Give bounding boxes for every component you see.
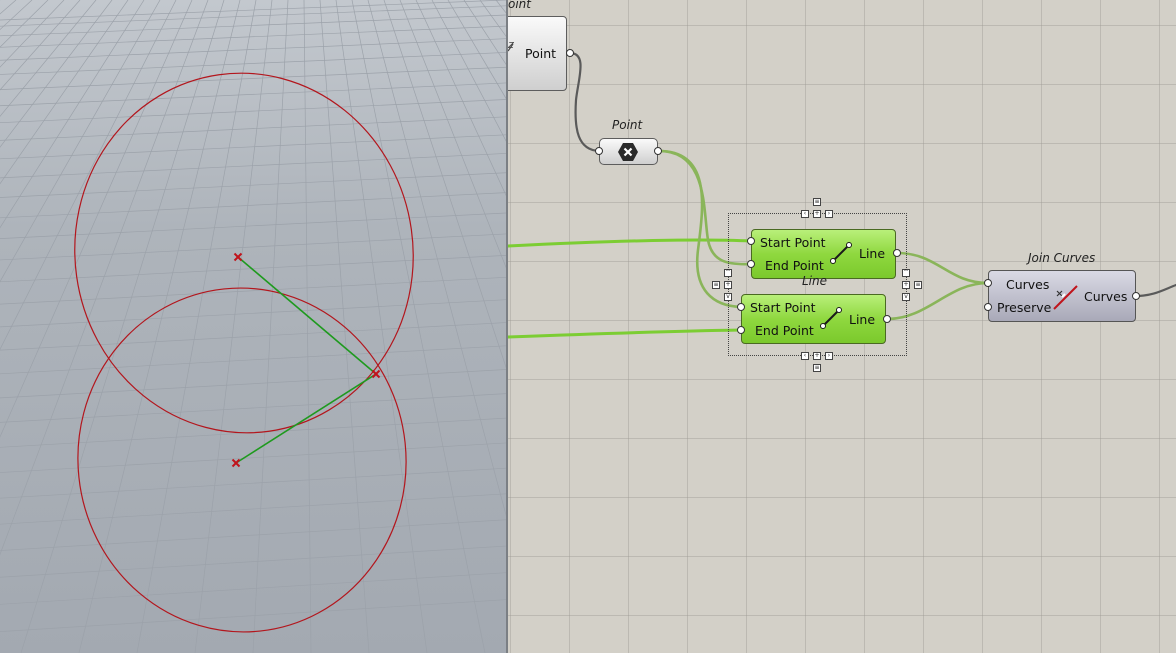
zui-list-left-button[interactable]: ≡ [712, 281, 720, 289]
join-curves-icon [1053, 285, 1078, 310]
line1-end-grip[interactable] [747, 260, 755, 268]
line2-start-grip[interactable] [737, 303, 745, 311]
join-preserve-input-label: Preserve [997, 300, 1052, 315]
zui-arrow-left-button[interactable]: ‹ [801, 210, 809, 218]
point-param-icon: z [508, 38, 514, 52]
zui-up-left-button[interactable]: ^ [724, 269, 732, 277]
line2-start-point-input: Start Point [750, 300, 816, 315]
point-marker-lower [231, 458, 241, 468]
construct-point-output-grip[interactable] [654, 147, 662, 155]
line1-end-point-input: End Point [765, 258, 824, 273]
zui-up-right-button[interactable]: ^ [902, 269, 910, 277]
join-curves-output-label: Curves [1084, 289, 1128, 304]
construct-point-input-grip[interactable] [595, 147, 603, 155]
line1-start-point-input: Start Point [760, 235, 826, 250]
rhino-viewport[interactable] [0, 0, 506, 653]
line1-output-label: Line [859, 246, 886, 261]
line1-start-grip[interactable] [747, 237, 755, 245]
point-param-nickname: oint [508, 0, 531, 11]
zui-arrow-right-bottom-button[interactable]: › [825, 352, 833, 360]
line-icon [830, 242, 852, 264]
line2-output-label: Line [849, 312, 876, 327]
join-curves-input-label: Curves [1006, 277, 1050, 292]
zui-down-left-button[interactable]: v [724, 293, 732, 301]
line2-end-point-input: End Point [755, 323, 814, 338]
construct-point-nickname: Point [612, 118, 643, 132]
line-component-1[interactable]: Start Point End Point Line [751, 229, 896, 279]
zui-add-left-button[interactable]: + [724, 281, 732, 289]
point-marker-upper [233, 252, 243, 262]
line-icon [820, 307, 842, 329]
join-curves-output-grip[interactable] [1132, 292, 1140, 300]
construct-point-component[interactable] [599, 138, 658, 165]
join-curves-component[interactable]: Curves Preserve Curves [988, 270, 1136, 322]
zui-arrow-right-button[interactable]: › [825, 210, 833, 218]
zui-list-right-button[interactable]: ≡ [914, 281, 922, 289]
point-param-component[interactable]: z Point [508, 16, 567, 91]
point-marker-shared [371, 369, 381, 379]
wire-join-out [1134, 283, 1176, 298]
zui-add-right-button[interactable]: + [902, 281, 910, 289]
zui-add-bottom-button[interactable]: + [813, 352, 821, 360]
line2-output-grip[interactable] [883, 315, 891, 323]
wire-point-to-construct [568, 51, 601, 153]
point-param-output-grip[interactable] [566, 49, 574, 57]
wire-line1-to-join [895, 251, 990, 285]
zui-add-top-button[interactable]: + [813, 210, 821, 218]
line2-nickname: Line [802, 274, 828, 288]
line-component-2[interactable]: Start Point End Point Line [741, 294, 886, 344]
zui-arrow-left-bottom-button[interactable]: ‹ [801, 352, 809, 360]
viewport-drawing [0, 0, 506, 653]
construct-point-icon [618, 143, 638, 161]
zui-collapse-top-button[interactable]: ≡ [813, 198, 821, 206]
point-param-output-label: Point [525, 46, 557, 61]
wire-green-in-1 [508, 238, 753, 248]
line1-output-grip[interactable] [893, 249, 901, 257]
grasshopper-canvas[interactable]: oint z Point Point ≡ ‹ + › ^ ≡ + v ^ + ≡… [508, 0, 1176, 653]
join-preserve-input-grip[interactable] [984, 303, 992, 311]
construction-grid [0, 0, 506, 653]
join-curves-nickname: Join Curves [1028, 251, 1096, 265]
wire-green-in-2 [508, 328, 743, 339]
line-segment-2 [235, 373, 377, 464]
line2-end-grip[interactable] [737, 326, 745, 334]
zui-down-right-button[interactable]: v [902, 293, 910, 301]
zui-collapse-bottom-button[interactable]: ≡ [813, 364, 821, 372]
join-curves-input-grip[interactable] [984, 279, 992, 287]
